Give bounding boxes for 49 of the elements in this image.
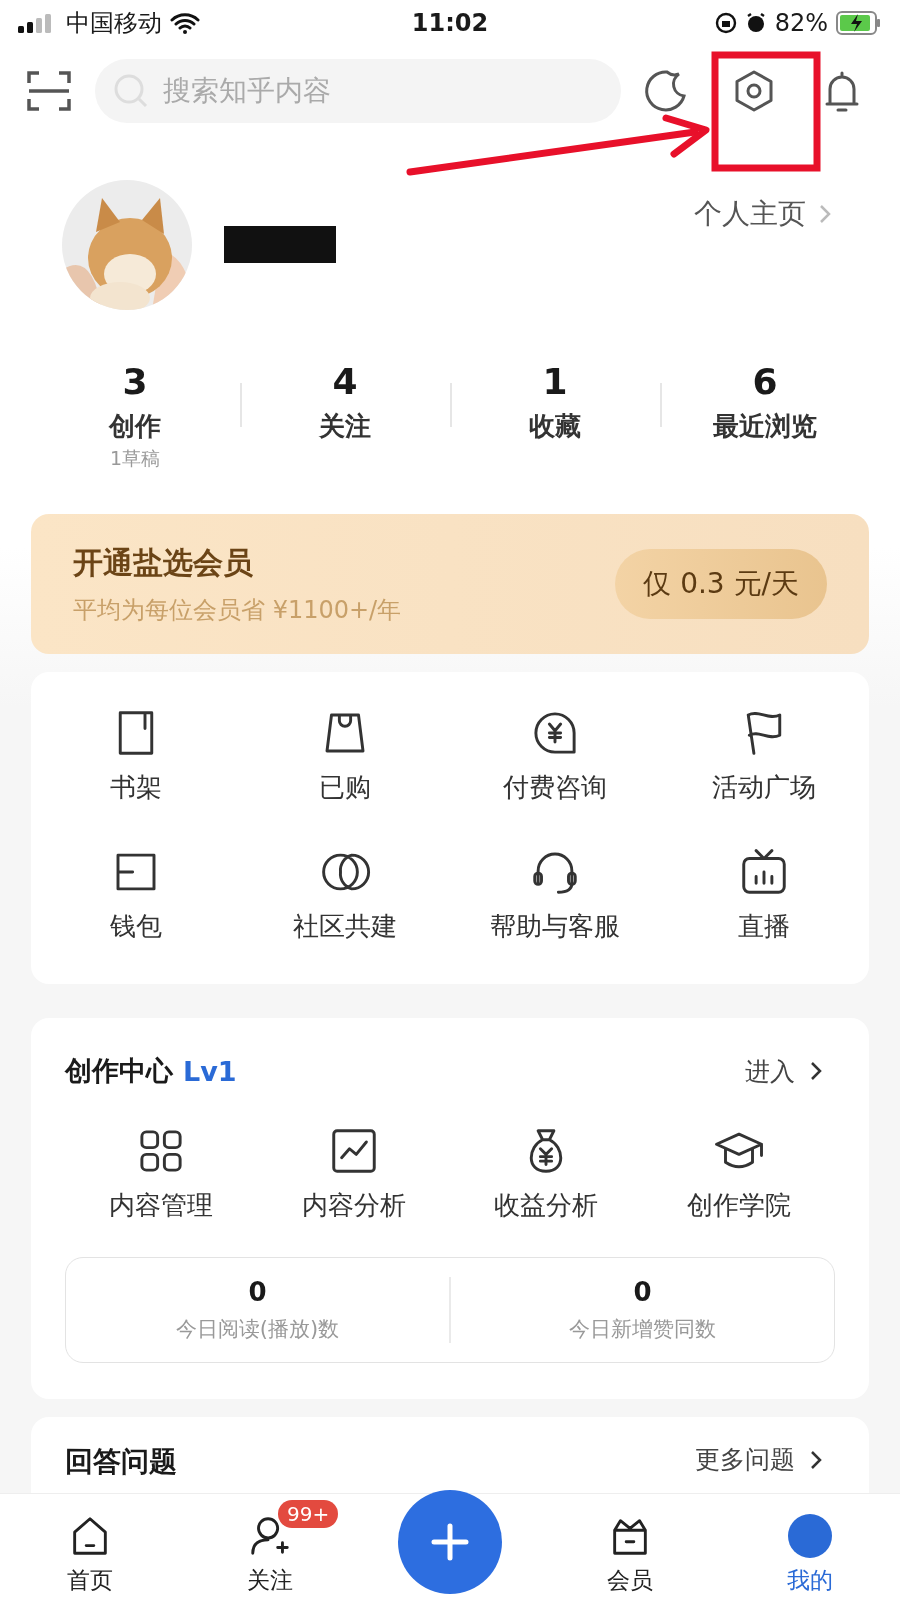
banner-title: 开通盐选会员 [73, 543, 254, 582]
profile-link[interactable]: 个人主页 [688, 194, 840, 234]
more-link[interactable]: 更多问题 [695, 1443, 835, 1476]
tool-item[interactable]: 内容管理 [65, 1124, 258, 1223]
tool-item[interactable]: 直播 [659, 845, 869, 944]
metric-value: 0 [633, 1277, 652, 1307]
tab-item[interactable]: 我的 [720, 1494, 900, 1600]
battery-percent: 82% [774, 9, 828, 37]
section-title: 回答问题 [65, 1444, 177, 1480]
tool-item[interactable]: 帮助与客服 [450, 845, 660, 944]
stat-label[interactable]: 最近浏览 [713, 406, 817, 446]
tool-item[interactable]: 活动广场 [659, 706, 869, 805]
moon-icon[interactable] [643, 68, 689, 114]
tool-item[interactable]: 内容分析 [257, 1124, 450, 1223]
stat-label[interactable]: 收藏 [529, 406, 581, 446]
metric-value: 0 [248, 1277, 267, 1307]
plus-icon [430, 1522, 470, 1562]
tool-item[interactable]: 付费咨询 [450, 706, 660, 805]
stat-label[interactable]: 创作 [109, 406, 161, 446]
tool-item[interactable]: 收益分析 [450, 1124, 643, 1223]
battery-icon [836, 11, 882, 35]
avatar-icon [787, 1513, 833, 1559]
rotation-lock-icon [714, 12, 737, 34]
wifi-icon [170, 12, 200, 34]
price-button[interactable]: 仅 0.3 元/天 [615, 549, 827, 619]
metric-label: 今日新增赞同数 [569, 1316, 716, 1343]
level-label: Lv1 [183, 1055, 237, 1087]
tool-item[interactable]: 书架 [31, 706, 241, 805]
count-badge: 99+ [278, 1500, 339, 1528]
stat-count[interactable]: 3 [122, 358, 148, 406]
tool-item[interactable]: 社区共建 [240, 845, 450, 944]
enter-link[interactable]: 进入 [745, 1054, 835, 1088]
stat-label[interactable]: 关注 [319, 406, 371, 446]
stat-count[interactable]: 1 [542, 358, 568, 406]
metric-label: 今日阅读(播放)数 [175, 1316, 340, 1343]
stat-count[interactable]: 4 [332, 358, 358, 406]
tool-item[interactable]: 钱包 [31, 845, 241, 944]
section-title: 创作中心 [65, 1054, 173, 1088]
clock-time: 11:02 [410, 9, 490, 37]
draft-count: 1草稿 [109, 446, 161, 471]
banner-subtitle: 平均为每位会员省 ¥1100+/年 [73, 594, 402, 626]
stat-count[interactable]: 6 [752, 358, 778, 406]
carrier-name: 中国移动 [66, 8, 162, 39]
tab-item[interactable]: 首页 [0, 1494, 180, 1600]
tool-item[interactable]: 已购 [240, 706, 450, 805]
membership-banner[interactable]: 开通盐选会员 平均为每位会员省 ¥1100+/年 仅 0.3 元/天 [31, 514, 869, 654]
tab-item[interactable]: 会员 [540, 1494, 720, 1600]
tool-item[interactable]: 创作学院 [642, 1124, 835, 1223]
tab-item[interactable]: 关注 99+ [180, 1494, 360, 1600]
